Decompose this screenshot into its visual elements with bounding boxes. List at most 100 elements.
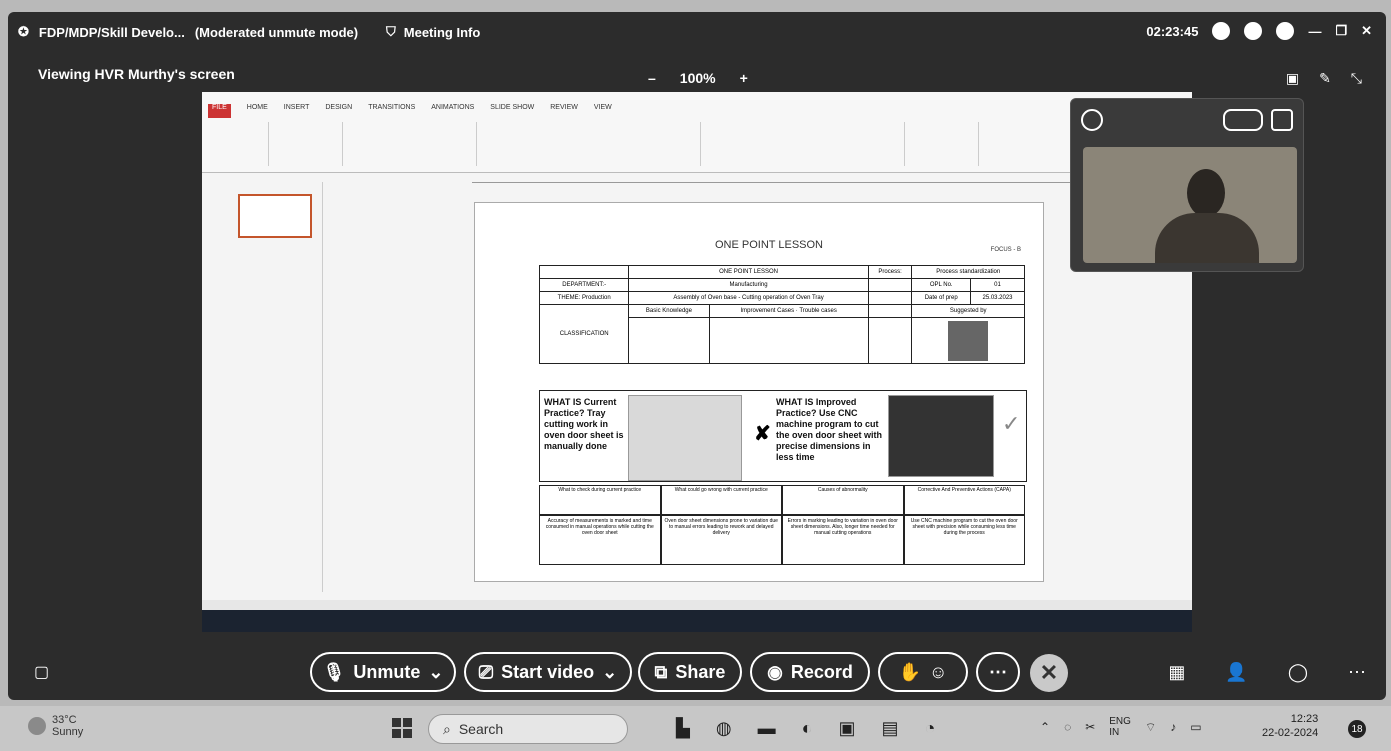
taskbar-app-webex-icon[interactable]: ▤ — [881, 718, 898, 739]
meeting-window: ✪ FDP/MDP/Skill Develo... (Moderated unm… — [8, 12, 1386, 700]
temperature: 33°C — [52, 714, 77, 726]
mode-label: (Moderated unmute mode) — [194, 24, 359, 40]
ppt-status-bar — [202, 600, 1192, 610]
start-video-button[interactable]: ⎚ Start video ⌄ — [464, 652, 632, 692]
participants-icon[interactable]: 👤 — [1225, 662, 1247, 683]
collapse-icon[interactable]: ⤡ — [1351, 70, 1362, 87]
record-icon: ◉ — [767, 661, 783, 682]
battery-icon[interactable]: ▭ — [1190, 720, 1201, 734]
meeting-controls: ▢ 🎙 Unmute ⌄ ⎚ Start video ⌄ ⧉ Share ◉ R… — [8, 644, 1386, 700]
annotate-icon[interactable]: ▣ — [1286, 70, 1299, 87]
clock[interactable]: 12:23 22-02-2024 — [1262, 712, 1318, 740]
chevron-down-icon: ⌄ — [428, 661, 444, 682]
ppt-ribbon: FILE HOME INSERT DESIGN TRANSITIONS ANIM… — [202, 92, 1192, 173]
mic-off-icon[interactable]: ✂ — [1085, 720, 1095, 734]
participant-video — [1083, 147, 1297, 263]
shared-taskbar — [202, 610, 1192, 632]
taskbar-app-chrome-icon[interactable]: ◔ — [924, 718, 935, 739]
weather-widget[interactable]: 33°C Sunny — [28, 714, 83, 738]
pen-icon[interactable]: ✎ — [1319, 70, 1331, 87]
unmute-button[interactable]: 🎙 Unmute ⌄ — [310, 652, 456, 692]
reactions-button[interactable]: ✋ ☺ — [878, 652, 968, 692]
taskbar-app-explorer-icon[interactable]: ▬ — [758, 718, 776, 739]
windows-start-icon[interactable] — [392, 718, 412, 738]
language-indicator[interactable]: ENG IN — [1109, 716, 1131, 738]
chevron-down-icon[interactable] — [1081, 109, 1103, 131]
ellipsis-icon: ⋯ — [989, 661, 1007, 682]
weather-condition: Sunny — [52, 726, 84, 738]
minimize-icon[interactable]: — — [1308, 24, 1321, 39]
ruler — [472, 176, 1172, 183]
chat-icon[interactable]: ◯ — [1288, 662, 1308, 683]
slide-canvas: ONE POINT LESSON FOCUS - B ONE POINT LES… — [474, 202, 1044, 582]
wifi-icon[interactable]: ⌔ — [1145, 720, 1156, 735]
ribbon-group-drawing[interactable] — [704, 122, 905, 166]
ribbon-tab-insert[interactable]: INSERT — [284, 104, 310, 118]
suggester-photo — [948, 320, 989, 361]
taskbar-app-files-icon[interactable]: ▙ — [676, 718, 690, 739]
network-icon[interactable]: ◌ — [1064, 720, 1071, 734]
close-icon[interactable]: ✕ — [1361, 23, 1372, 39]
ribbon-group-clipboard[interactable] — [208, 122, 269, 166]
taskbar-app-edge-icon[interactable]: ◐ — [802, 718, 813, 739]
chevron-down-icon: ⌄ — [602, 661, 618, 682]
end-call-button[interactable]: ✕ — [1030, 654, 1068, 692]
slide-thumbnail[interactable] — [238, 194, 312, 238]
improved-practice-image — [888, 395, 994, 477]
microphone-icon: 🎙 — [322, 661, 346, 682]
zoom-control: – 100% + — [648, 70, 748, 86]
zoom-out-button[interactable]: – — [648, 70, 656, 86]
ribbon-tab-design[interactable]: DESIGN — [325, 104, 352, 118]
ribbon-group-font[interactable] — [346, 122, 477, 166]
fullscreen-icon[interactable] — [1271, 109, 1293, 131]
taskbar-search[interactable]: ⌕ Search — [428, 714, 628, 744]
windows-taskbar: 33°C Sunny ⌕ Search ▙ ◍ ▬ ◐ ▣ ▤ ◔ ⌃ ◌ ✂ … — [0, 706, 1391, 751]
video-panel — [1070, 98, 1304, 272]
notification-badge[interactable]: 18 — [1348, 720, 1366, 738]
meeting-info-button[interactable]: ⛉ Meeting Info — [386, 24, 480, 40]
emoji-icon: ☺ — [929, 661, 948, 682]
logo-text: FOCUS - B — [990, 247, 1021, 253]
ribbon-tab-home[interactable]: HOME — [247, 104, 268, 118]
improved-practice-text: WHAT IS Improved Practice? Use CNC machi… — [776, 397, 883, 462]
hand-icon: ✋ — [898, 661, 922, 682]
taskbar-app-store-icon[interactable]: ▣ — [838, 718, 855, 739]
system-tray: ⌃ ◌ ✂ ENG IN ⌔ ♪ ▭ — [1040, 716, 1202, 738]
ribbon-tab-file[interactable]: FILE — [208, 104, 231, 118]
meeting-timer: 02:23:45 — [1146, 23, 1199, 39]
ribbon-tab-animations[interactable]: ANIMATIONS — [431, 104, 474, 118]
apps-icon[interactable]: ▦ — [1168, 662, 1185, 683]
zoom-level: 100% — [679, 70, 716, 86]
more-options-button[interactable]: ⋯ — [976, 652, 1020, 692]
practice-panels: WHAT IS Current Practice? Tray cutting w… — [539, 390, 1027, 482]
ribbon-tab-view[interactable]: VIEW — [594, 104, 612, 118]
zoom-in-button[interactable]: + — [740, 70, 748, 86]
taskbar-app-chat-icon[interactable]: ◍ — [716, 718, 732, 739]
status-icon-2[interactable] — [1244, 22, 1263, 40]
share-button[interactable]: ⧉ Share — [638, 652, 742, 692]
ribbon-group-editing[interactable] — [908, 122, 979, 166]
current-practice-text: WHAT IS Current Practice? Tray cutting w… — [544, 397, 624, 451]
restore-icon[interactable]: ❐ — [1335, 23, 1347, 39]
more-icon[interactable]: ⋯ — [1348, 662, 1366, 683]
x-mark-icon: ✘ — [754, 423, 771, 445]
chat-bubble-icon[interactable]: ▢ — [34, 662, 49, 682]
ribbon-tab-transitions[interactable]: TRANSITIONS — [368, 104, 415, 118]
steps-header: What to check during current practice Wh… — [539, 485, 1025, 515]
volume-icon[interactable]: ♪ — [1170, 720, 1176, 734]
shield-icon: ⛉ — [386, 24, 396, 39]
record-button[interactable]: ◉ Record — [750, 652, 870, 692]
slide-thumbnail-pane — [222, 182, 323, 592]
ribbon-group-slides[interactable] — [272, 122, 343, 166]
ribbon-tab-slideshow[interactable]: SLIDE SHOW — [490, 104, 534, 118]
app-title: FDP/MDP/Skill Develo... — [38, 24, 185, 40]
participant-body — [1155, 213, 1259, 263]
viewing-label: Viewing HVR Murthy's screen — [38, 66, 235, 82]
ribbon-group-paragraph[interactable] — [480, 122, 701, 166]
status-icon-3[interactable] — [1276, 22, 1295, 40]
title-bar: ✪ FDP/MDP/Skill Develo... (Moderated unm… — [8, 12, 1386, 54]
chevron-up-icon[interactable]: ⌃ — [1040, 720, 1050, 734]
status-icon-1[interactable] — [1212, 22, 1231, 40]
ribbon-tab-review[interactable]: REVIEW — [550, 104, 578, 118]
layout-toggle-icon[interactable] — [1223, 109, 1263, 131]
